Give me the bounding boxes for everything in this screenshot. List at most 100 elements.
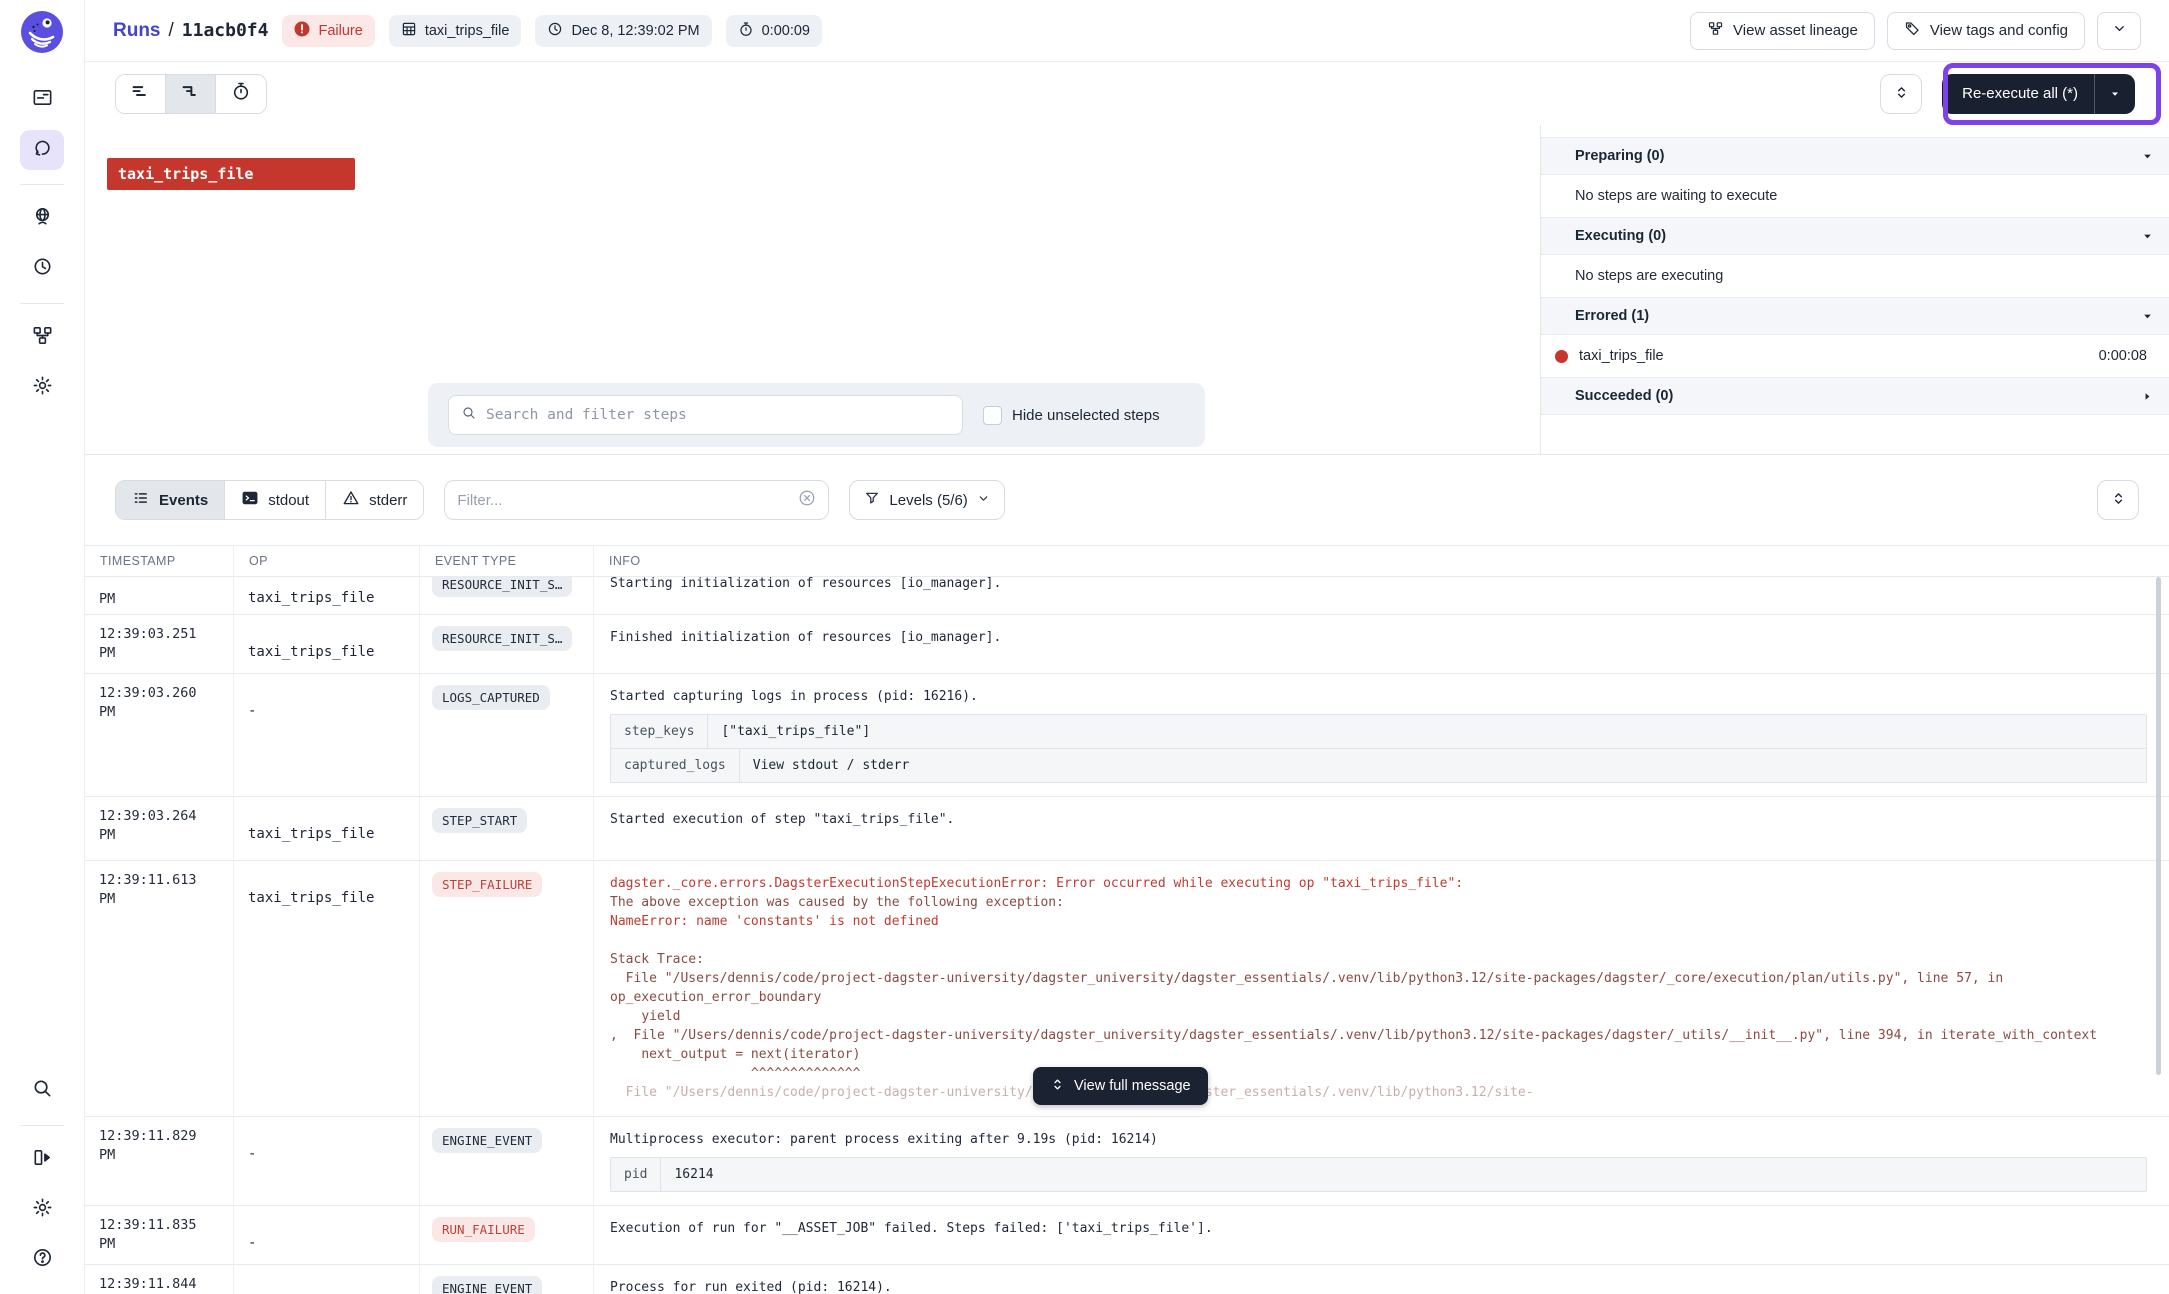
gantt-waterfall-icon — [180, 81, 201, 107]
info-cell: Started execution of step "taxi_trips_fi… — [594, 797, 2169, 860]
sidebar-item-automation[interactable] — [20, 199, 64, 239]
hide-unselected-label: Hide unselected steps — [1012, 407, 1160, 424]
scrollbar-thumb[interactable] — [2156, 577, 2161, 1075]
chevron-down-icon — [977, 492, 990, 509]
info-cell: dagster._core.errors.DagsterExecutionSte… — [594, 861, 2169, 1116]
triangle-down-icon — [2142, 311, 2153, 322]
tag-icon — [1904, 20, 1921, 41]
timestamp-cell: 12:39:11.844PM — [85, 1265, 234, 1294]
triangle-down-icon — [2142, 151, 2153, 162]
steps-section-succeeded[interactable]: Succeeded (0) — [1541, 377, 2169, 415]
event-type-badge: ENGINE_EVENT — [432, 1128, 542, 1153]
sidebar-item-schedules[interactable] — [20, 249, 64, 289]
section-title: Errored (1) — [1575, 308, 1649, 324]
events-expand-button[interactable] — [2097, 480, 2139, 520]
steps-section-executing[interactable]: Executing (0) — [1541, 217, 2169, 255]
assets-icon — [31, 86, 54, 114]
steps-section-preparing[interactable]: Preparing (0) — [1541, 137, 2169, 175]
left-sidebar — [0, 0, 85, 1294]
metadata-table: pid16214 — [610, 1157, 2147, 1192]
view-asset-lineage-button[interactable]: View asset lineage — [1690, 12, 1875, 50]
caret-down-icon[interactable] — [2095, 74, 2135, 114]
gantt-flat-view-button[interactable] — [116, 75, 166, 113]
gantt-canvas[interactable]: taxi_trips_file Hide unselected steps — [85, 125, 1540, 454]
run-header: Runs / 11acb0f4 Failure taxi_trips_file … — [85, 0, 2169, 62]
sidebar-item-settings[interactable] — [20, 368, 64, 408]
expand-panel-icon — [31, 1146, 54, 1174]
log-tabs: Events stdout stderr — [115, 480, 424, 520]
metadata-row: captured_logsView stdout / stderr — [611, 749, 2146, 782]
tab-stdout[interactable]: stdout — [225, 481, 326, 519]
gantt-view-toggle — [115, 74, 267, 114]
op-cell: - — [234, 1117, 420, 1205]
sidebar-item-assets[interactable] — [20, 80, 64, 120]
hide-unselected-checkbox[interactable] — [983, 406, 1002, 425]
metadata-link[interactable]: View stdout / stderr — [740, 749, 923, 782]
reexecute-all-button[interactable]: Re-execute all (*) — [1942, 74, 2135, 114]
timestamp-line1: 12:39:11.613 — [99, 871, 219, 890]
errored-step-row[interactable]: taxi_trips_file 0:00:08 — [1541, 335, 2169, 377]
start-time-label: Dec 8, 12:39:02 PM — [571, 23, 699, 39]
sidebar-item-deployment[interactable] — [20, 318, 64, 358]
automation-icon — [31, 205, 54, 233]
event-type-cell: RESOURCE_INIT_S… — [420, 577, 594, 615]
tab-stderr-label: stderr — [369, 492, 407, 509]
metadata-value: 16214 — [661, 1158, 726, 1191]
dagster-app: Runs / 11acb0f4 Failure taxi_trips_file … — [0, 0, 2169, 1294]
step-search-box — [448, 395, 963, 435]
filter-input[interactable] — [457, 492, 790, 509]
metadata-key: pid — [611, 1158, 661, 1191]
view-tags-config-button[interactable]: View tags and config — [1887, 12, 2085, 50]
gantt-step-node-failed[interactable]: taxi_trips_file — [107, 158, 355, 190]
clock-icon — [547, 21, 563, 41]
event-type-cell: STEP_START — [420, 797, 594, 860]
gantt-expand-button[interactable] — [1880, 74, 1922, 114]
op-cell: - — [234, 1206, 420, 1264]
gantt-waterfall-view-button[interactable] — [166, 75, 216, 113]
clear-filter-icon[interactable] — [798, 489, 816, 512]
sidebar-help[interactable] — [20, 1240, 64, 1280]
col-timestamp: TIMESTAMP — [85, 546, 234, 576]
op-cell: taxi_trips_file — [234, 797, 420, 860]
gantt-timer-view-button[interactable] — [216, 75, 266, 113]
gantt-body: taxi_trips_file Hide unselected steps — [85, 125, 2169, 454]
dagster-logo-icon[interactable] — [20, 10, 64, 54]
error-status-dot — [1555, 350, 1568, 363]
sidebar-search[interactable] — [20, 1071, 64, 1111]
asset-tag[interactable]: taxi_trips_file — [389, 15, 522, 47]
clock-icon — [31, 255, 54, 283]
col-event-type: EVENT TYPE — [420, 546, 594, 576]
step-name: taxi_trips_file — [1579, 348, 1664, 364]
section-title: Succeeded (0) — [1575, 388, 1673, 404]
steps-section-errored[interactable]: Errored (1) — [1541, 297, 2169, 335]
view-full-message-button[interactable]: View full message — [1033, 1067, 1208, 1105]
levels-dropdown[interactable]: Levels (5/6) — [849, 480, 1004, 520]
search-icon — [31, 1077, 54, 1105]
sidebar-user-settings[interactable] — [20, 1190, 64, 1230]
event-type-badge: RESOURCE_INIT_S… — [432, 577, 572, 597]
step-duration: 0:00:08 — [2099, 348, 2155, 364]
sidebar-item-runs[interactable] — [20, 130, 64, 170]
metadata-row: pid16214 — [611, 1158, 2146, 1191]
sidebar-expand-panel[interactable] — [20, 1140, 64, 1180]
timestamp-cell: 12:39:11.613PM — [85, 861, 234, 1116]
step-search-input[interactable] — [486, 407, 950, 423]
status-badge-label: Failure — [318, 23, 362, 39]
op-cell: - — [234, 674, 420, 796]
info-line: yield — [610, 1007, 2153, 1026]
chevron-down-icon — [2112, 21, 2127, 40]
runs-icon — [31, 136, 54, 164]
op-cell: - — [234, 1265, 420, 1294]
runs-link[interactable]: Runs — [113, 20, 161, 42]
view-tags-config-label: View tags and config — [1930, 22, 2068, 39]
steps-section-body: No steps are executing — [1541, 255, 2169, 297]
tab-stderr[interactable]: stderr — [326, 481, 423, 519]
event-type-badge: STEP_FAILURE — [432, 872, 542, 897]
info-cell: Starting initialization of resources [io… — [594, 577, 2169, 615]
grid-icon — [401, 21, 417, 41]
sidebar-divider — [20, 1125, 64, 1126]
hide-unselected-control[interactable]: Hide unselected steps — [983, 406, 1160, 425]
event-type-badge: ENGINE_EVENT — [432, 1276, 542, 1294]
tab-events[interactable]: Events — [116, 481, 225, 519]
header-more-button[interactable] — [2097, 12, 2141, 50]
